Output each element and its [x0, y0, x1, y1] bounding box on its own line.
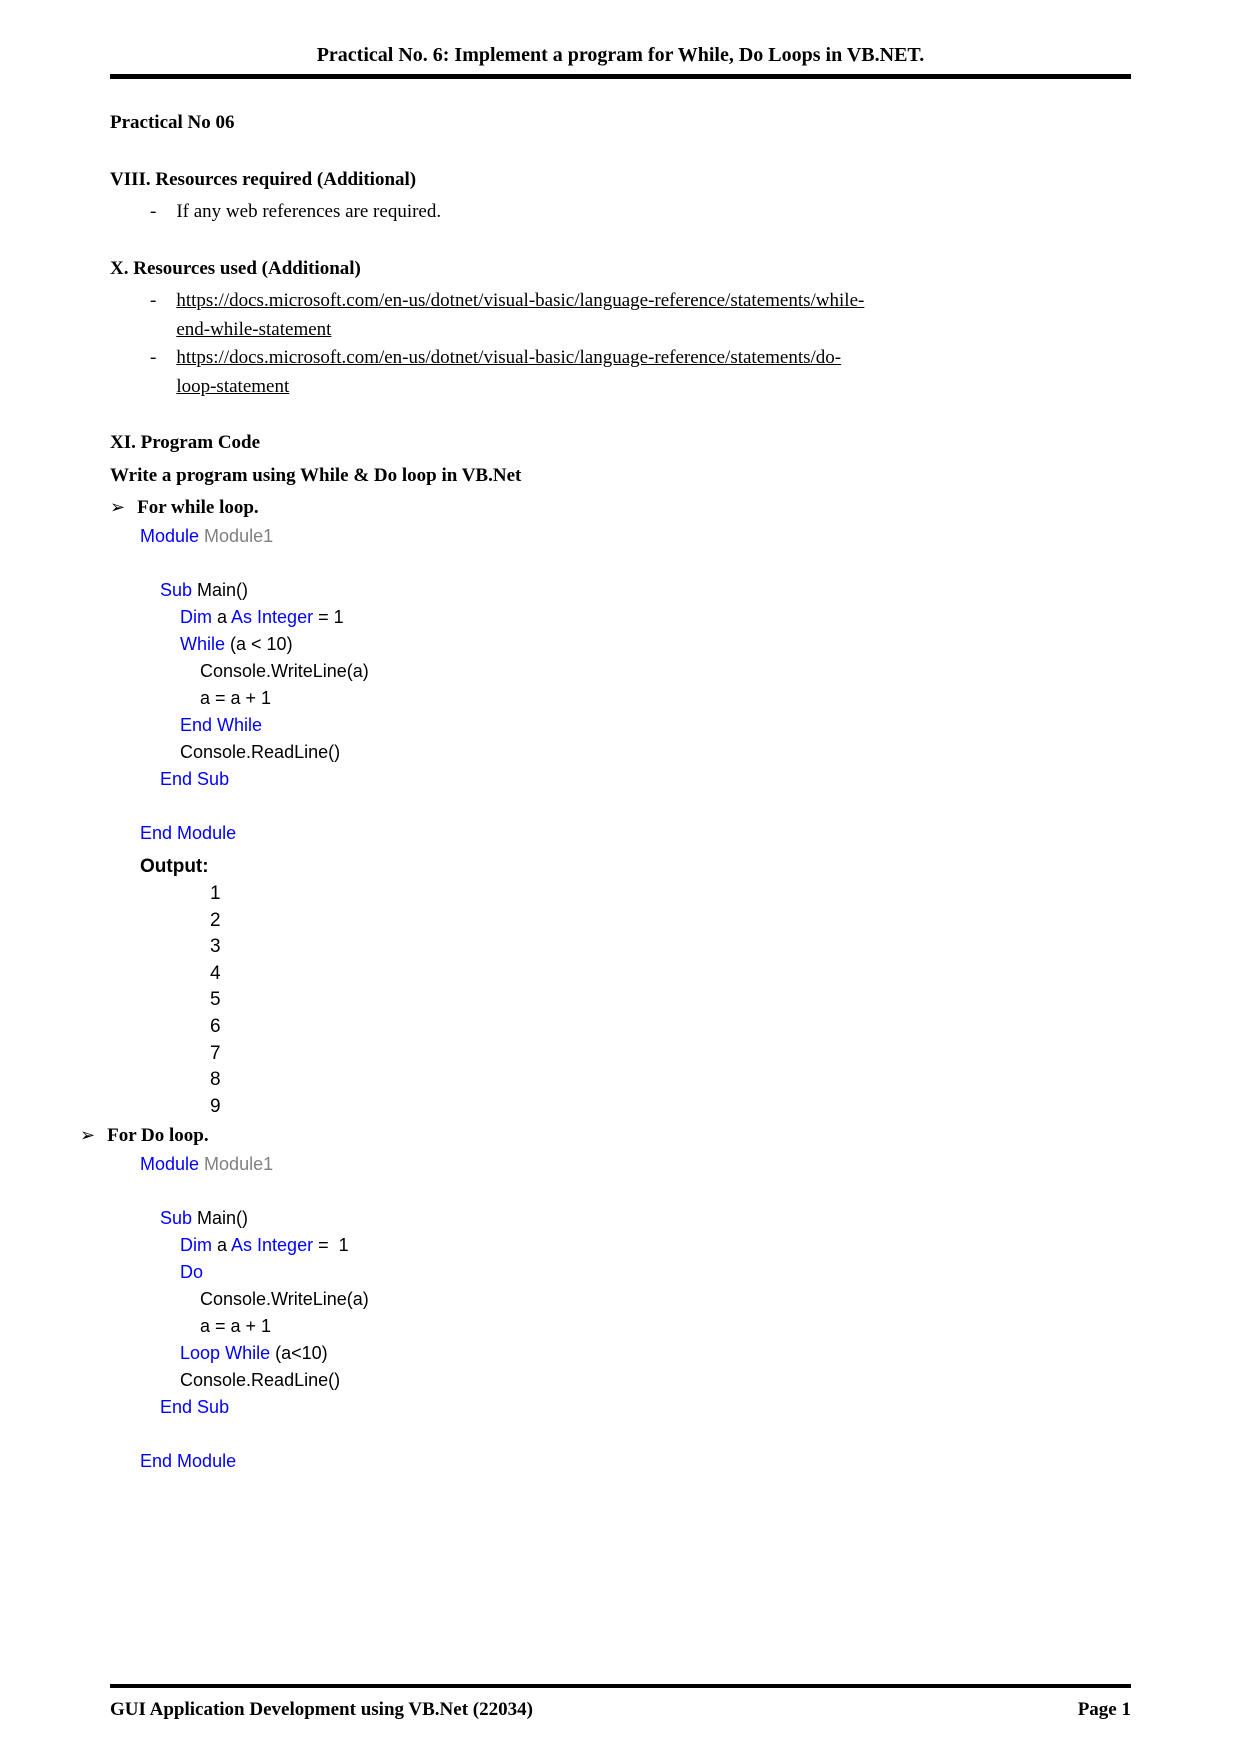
code-token: End While: [140, 715, 262, 735]
code-token: End: [140, 769, 192, 789]
output-line: 5: [210, 989, 221, 1010]
do-loop-label: For Do loop.: [107, 1122, 209, 1151]
arrow-icon: ➢: [110, 494, 125, 521]
arrow-icon: ➢: [80, 1122, 95, 1149]
while-code-block: Module Module1 Sub Main() Dim a As Integ…: [140, 523, 1131, 847]
code-token: Module: [177, 1451, 236, 1471]
code-token: 1: [334, 1235, 349, 1255]
link-text-1a[interactable]: https://docs.microsoft.com/en-us/dotnet/…: [176, 290, 864, 311]
code-token: Module: [177, 823, 236, 843]
footer-rule: [110, 1684, 1131, 1688]
do-loop-bullet: ➢ For Do loop.: [80, 1122, 1131, 1151]
output-line: 3: [210, 936, 221, 957]
code-token: a = a + 1: [140, 1316, 271, 1336]
code-token: As Integer: [231, 1235, 313, 1255]
practical-no-heading: Practical No 06: [110, 109, 1131, 138]
code-token: Console.WriteLine(a): [140, 1289, 369, 1309]
code-token: Main(): [192, 1208, 248, 1228]
resource-link-1: - https://docs.microsoft.com/en-us/dotne…: [150, 287, 1131, 344]
resource-link-2: - https://docs.microsoft.com/en-us/dotne…: [150, 344, 1131, 401]
page-footer: GUI Application Development using VB.Net…: [110, 1684, 1131, 1725]
code-token: a: [212, 1235, 231, 1255]
code-token: (a < 10): [225, 634, 293, 654]
dash-icon: -: [150, 287, 156, 316]
header-rule: [110, 74, 1131, 79]
footer-right: Page 1: [1078, 1696, 1131, 1725]
code-token: Sub: [197, 1397, 229, 1417]
while-loop-label: For while loop.: [137, 494, 259, 523]
code-token: End: [140, 823, 172, 843]
code-token: Module1: [199, 1154, 273, 1174]
code-token: Module1: [199, 526, 273, 546]
link-text-1b[interactable]: end-while-statement: [176, 319, 331, 340]
code-token: a: [212, 607, 231, 627]
code-token: Console.ReadLine(): [140, 1370, 340, 1390]
output-line: 2: [210, 910, 221, 931]
do-code-block: Module Module1 Sub Main() Dim a As Integ…: [140, 1151, 1131, 1475]
code-token: Dim: [140, 1235, 212, 1255]
output-line: 4: [210, 963, 221, 984]
resources-used-heading: X. Resources used (Additional): [110, 255, 1131, 284]
resources-required-text: If any web references are required.: [176, 198, 441, 227]
output-label: Output:: [140, 853, 1131, 882]
while-output: 1 2 3 4 5 6 7 8 9: [210, 881, 1131, 1120]
code-token: Sub: [140, 1208, 192, 1228]
link-text-2b[interactable]: loop-statement: [176, 376, 289, 397]
code-token: End: [140, 1397, 192, 1417]
code-token: End: [140, 1451, 172, 1471]
program-code-heading: XI. Program Code: [110, 429, 1131, 458]
output-line: 1: [210, 883, 221, 904]
code-token: a = a + 1: [140, 688, 271, 708]
page-header-title: Practical No. 6: Implement a program for…: [110, 40, 1131, 70]
code-token: (a<10): [270, 1343, 328, 1363]
while-loop-bullet: ➢ For while loop.: [110, 494, 1131, 523]
code-token: As Integer: [231, 607, 313, 627]
program-code-subheading: Write a program using While & Do loop in…: [110, 462, 1131, 491]
output-line: 8: [210, 1069, 221, 1090]
code-token: =: [313, 1235, 334, 1255]
dash-icon: -: [150, 344, 156, 373]
code-token: Main(): [192, 580, 248, 600]
footer-left: GUI Application Development using VB.Net…: [110, 1696, 533, 1725]
output-line: 7: [210, 1043, 221, 1064]
code-token: Sub: [140, 580, 192, 600]
code-token: Module: [140, 526, 199, 546]
resources-required-item: - If any web references are required.: [150, 198, 1131, 227]
code-token: While: [225, 1343, 270, 1363]
output-line: 6: [210, 1016, 221, 1037]
code-token: Module: [140, 1154, 199, 1174]
code-token: Console.WriteLine(a): [140, 661, 369, 681]
code-token: Do: [140, 1262, 203, 1282]
code-token: Console.ReadLine(): [140, 742, 340, 762]
link-text-2a[interactable]: https://docs.microsoft.com/en-us/dotnet/…: [176, 347, 841, 368]
resources-required-heading: VIII. Resources required (Additional): [110, 166, 1131, 195]
code-token: = 1: [313, 607, 344, 627]
code-token: Sub: [197, 769, 229, 789]
output-line: 9: [210, 1096, 221, 1117]
dash-icon: -: [150, 198, 156, 227]
code-token: While: [140, 634, 225, 654]
code-token: Loop: [140, 1343, 220, 1363]
code-token: Dim: [140, 607, 212, 627]
